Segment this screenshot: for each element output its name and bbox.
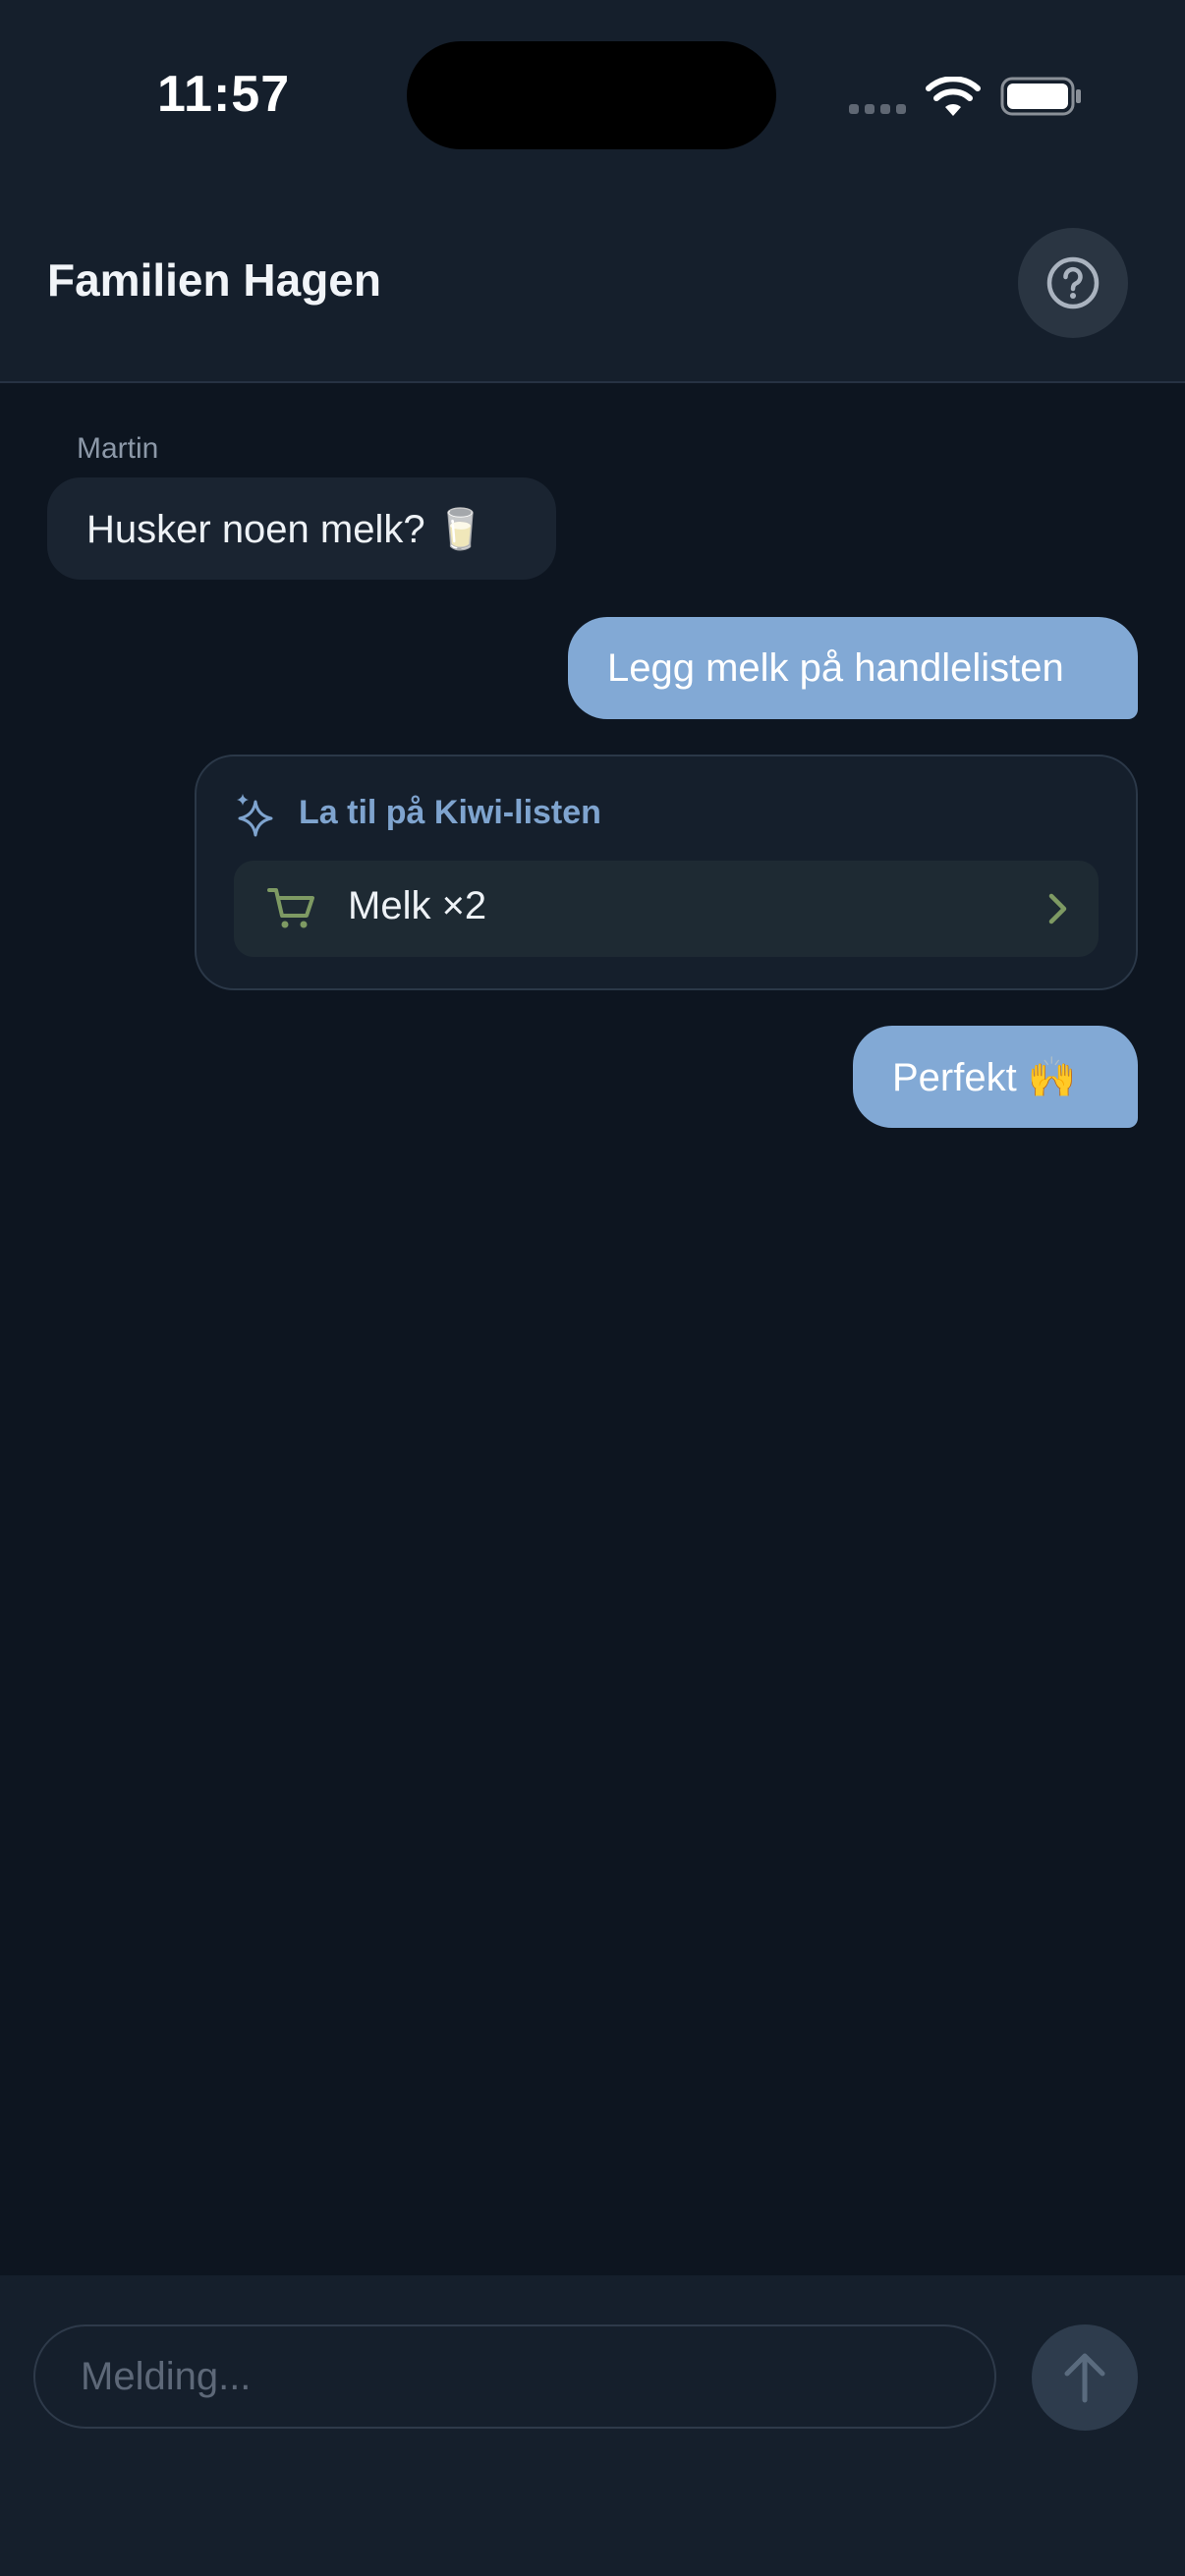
shopping-list-action-card: La til på Kiwi-listen Melk ×2 — [195, 755, 1138, 990]
wifi-icon — [926, 77, 981, 116]
action-card-title: La til på Kiwi-listen — [299, 794, 601, 831]
page-title: Familien Hagen — [47, 254, 381, 306]
battery-icon — [1000, 77, 1081, 116]
message-input[interactable] — [33, 2324, 996, 2429]
list-item-label: Melk ×2 — [348, 884, 487, 927]
arrow-up-icon — [1064, 2353, 1105, 2403]
cart-icon — [267, 888, 314, 928]
list-item-milk[interactable]: Melk ×2 — [234, 861, 1099, 957]
chat-screen: 11:57 Familien Hagen Martin Husker noen … — [0, 0, 1185, 2576]
status-time: 11:57 — [157, 66, 291, 123]
message-sender-name: Martin — [77, 432, 159, 465]
outgoing-message-bubble[interactable]: Legg melk på handlelisten — [568, 617, 1138, 719]
dynamic-island — [407, 41, 776, 149]
outgoing-message-bubble[interactable]: Perfekt 🙌 — [853, 1026, 1138, 1128]
question-circle-icon — [1046, 256, 1100, 309]
message-text: Legg melk på handlelisten — [607, 645, 1064, 690]
sparkle-icon — [237, 794, 273, 837]
top-bar: 11:57 Familien Hagen — [0, 0, 1185, 383]
message-text: Perfekt 🙌 — [892, 1055, 1077, 1099]
message-composer — [0, 2275, 1185, 2576]
cellular-signal-icon — [849, 104, 906, 114]
incoming-message-bubble[interactable]: Husker noen melk? 🥛 — [47, 477, 556, 580]
message-text: Husker noen melk? 🥛 — [86, 507, 485, 551]
help-button[interactable] — [1018, 228, 1128, 338]
send-button[interactable] — [1032, 2324, 1138, 2431]
chevron-right-icon — [1048, 893, 1067, 924]
